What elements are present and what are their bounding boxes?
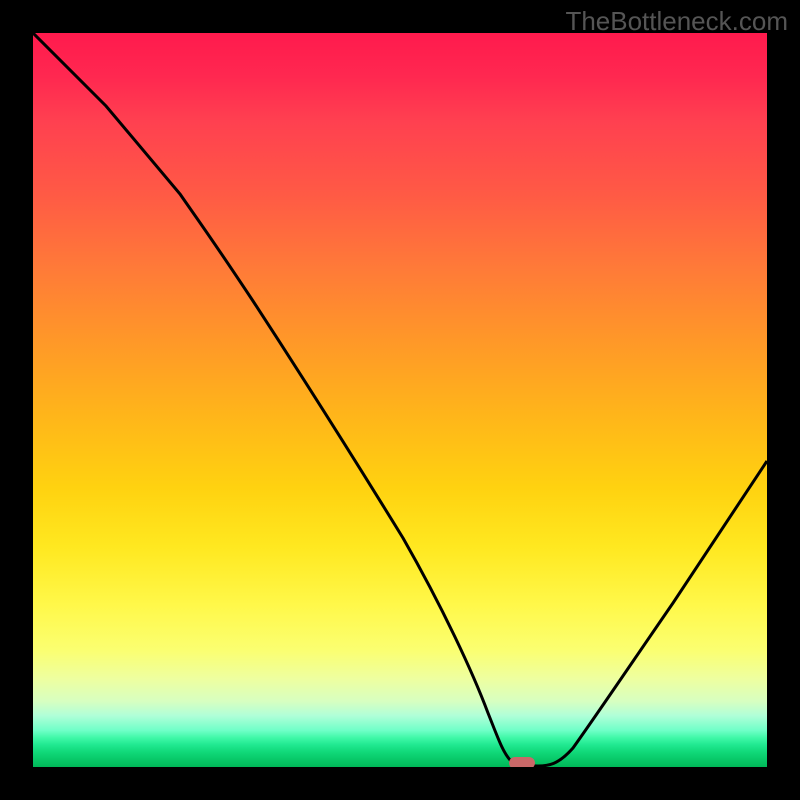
curve-layer: [33, 33, 767, 767]
optimal-marker: [509, 757, 535, 767]
bottleneck-curve: [33, 33, 767, 766]
watermark-text: TheBottleneck.com: [565, 6, 788, 37]
plot-area: [33, 33, 767, 767]
